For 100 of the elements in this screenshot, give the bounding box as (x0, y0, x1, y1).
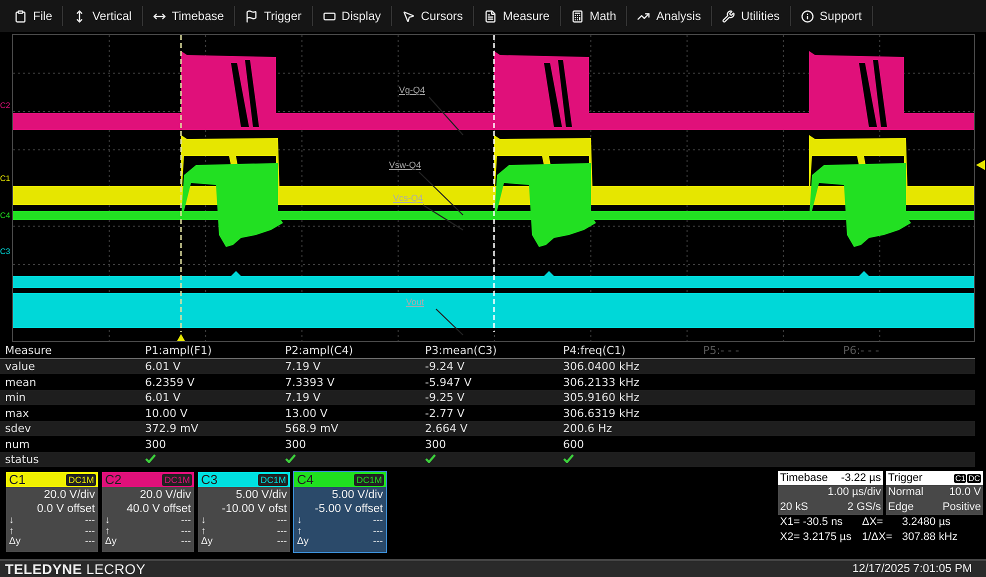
document-icon (484, 10, 497, 23)
readout-value: --- (181, 526, 191, 538)
cursor-readout: ΔX= (862, 515, 884, 530)
column-header: P1:ampl(F1) (145, 344, 213, 357)
panel-title: Timebase (780, 472, 828, 484)
column-header: P3:mean(C3) (425, 344, 498, 357)
table-cell-text: 2.664 V (425, 422, 469, 436)
table-cell-text: 300 (285, 438, 307, 451)
channel-name: C1 (9, 472, 26, 488)
readout-value: --- (181, 516, 191, 527)
brand-logo: TELEDYNE LECROY (5, 560, 146, 577)
table-cell-text: 6.2359 V (145, 376, 196, 389)
table-cell-text: -9.25 V (425, 391, 466, 404)
trace-label: Vcs-Q4 (392, 193, 423, 204)
cursor-arrow-icon (402, 10, 415, 23)
offset-value: -10.00 V ofst (222, 502, 287, 516)
date-time: 12/17/2025 7:01:05 PM (852, 562, 972, 575)
display-icon (322, 10, 336, 23)
menu-item[interactable]: Measure (474, 6, 561, 26)
channel-name: C3 (201, 472, 218, 488)
readout-label: ↑ (9, 526, 14, 537)
volts-per-div: 5.00 V/div (332, 488, 383, 502)
offset-value: 0.0 V offset (37, 502, 95, 516)
sample-rate: 2 GS/s (847, 500, 881, 516)
trigger-source: C1 (954, 474, 966, 484)
readout-value: --- (85, 537, 95, 548)
readout-value: --- (85, 516, 95, 527)
row-label: status (5, 453, 40, 466)
table-cell-text: 7.3393 V (285, 376, 336, 389)
cursor-readout: X2= 3.2175 µs (780, 530, 852, 546)
flag-icon (244, 10, 258, 23)
readout-label: Δy (9, 537, 21, 548)
volts-per-div: 20.0 V/div (140, 488, 191, 502)
delay-value: -3.22 µs (841, 472, 881, 484)
row-label: max (5, 406, 30, 420)
volts-per-div: 5.00 V/div (236, 488, 287, 502)
readout-value: --- (373, 526, 383, 538)
trigger-slope: Positive (942, 500, 981, 516)
cursor-readout: 307.88 kHz (902, 530, 959, 546)
table-cell-text: -9.24 V (425, 360, 466, 374)
panel-title: Trigger (888, 472, 922, 484)
table-cell-text: 568.9 mV (285, 422, 340, 436)
timebase-scale: 1.00 µs/div (828, 485, 881, 500)
menu-item[interactable]: Analysis (627, 6, 712, 26)
trace-label: Vsw-Q4 (388, 160, 421, 170)
menu-item[interactable]: Display (312, 6, 392, 26)
timebase-panel[interactable]: Timebase -3.22 µs 1.00 µs/div 20 kS 2 GS/s (778, 471, 883, 516)
row-label: mean (5, 376, 38, 389)
column-header: P5:- - - (703, 344, 740, 357)
column-header: P4:freq(C1) (563, 344, 627, 357)
menu-item[interactable]: Math (560, 6, 628, 26)
trigger-panel[interactable]: Trigger C1 DC Normal 10.0 V Edge Positive (886, 471, 983, 516)
readout-label: Δy (297, 537, 309, 548)
channel-marker: C4 (0, 211, 10, 220)
table-cell-text: 200.6 Hz (563, 422, 614, 436)
cursor-readout: 1/ΔX= (862, 530, 894, 546)
column-header: Measure (5, 344, 53, 357)
table-cell-text: 7.19 V (285, 360, 322, 374)
cursor-readout: X1= -30.5 ns (780, 515, 844, 530)
offset-value: -5.00 V offset (314, 502, 383, 516)
table-cell-text: 7.19 V (285, 391, 322, 404)
menu-item[interactable]: Trigger (234, 6, 313, 26)
table-cell-text: -2.77 V (425, 406, 466, 420)
readout-label: Δy (201, 537, 213, 548)
readout-value: --- (373, 537, 383, 548)
channel-name: C4 (297, 472, 314, 488)
readout-value: --- (277, 516, 287, 527)
coupling-badge: DC1M (354, 474, 384, 486)
table-cell-text: 10.00 V (145, 406, 189, 420)
channel-marker: C2 (0, 101, 10, 110)
table-cell-text: 300 (425, 438, 447, 451)
readout-label: ↑ (201, 526, 206, 537)
channel-card[interactable]: C4 DC1M 5.00 V/div -5.00 V offset ↓ --- ↑ --- Δy --- (293, 471, 387, 554)
table-cell-text: 600 (563, 438, 585, 451)
trigger-type: Edge (888, 500, 914, 516)
menu-item[interactable]: File (4, 6, 64, 26)
readout-label: ↓ (201, 516, 206, 527)
wrench-icon (722, 10, 735, 23)
menu-item[interactable]: Vertical (63, 6, 143, 26)
table-cell-text: 13.00 V (285, 406, 329, 420)
volts-per-div: 20.0 V/div (44, 488, 95, 502)
coupling-badge: DC1M (66, 474, 96, 486)
calculator-icon (570, 10, 584, 23)
table-cell-text: 300 (145, 438, 167, 451)
readout-value: --- (181, 537, 191, 548)
row-label: min (5, 391, 27, 404)
menu-item[interactable]: Utilities (712, 6, 791, 26)
readout-label: ↓ (105, 516, 110, 527)
row-label: sdev (5, 422, 32, 436)
info-icon (800, 10, 814, 23)
menu-item[interactable]: Cursors (392, 6, 474, 26)
table-cell-text: 6.01 V (145, 360, 182, 374)
column-header: P2:ampl(C4) (285, 344, 354, 357)
table-cell-text: 305.9160 kHz (563, 391, 640, 404)
menu-item[interactable]: Timebase (142, 6, 235, 26)
trace-label: Vout (406, 297, 424, 308)
menu-item[interactable]: Support (790, 6, 873, 26)
cursor-line[interactable] (180, 35, 182, 332)
readout-value: --- (277, 537, 287, 548)
leader-line (428, 96, 464, 136)
